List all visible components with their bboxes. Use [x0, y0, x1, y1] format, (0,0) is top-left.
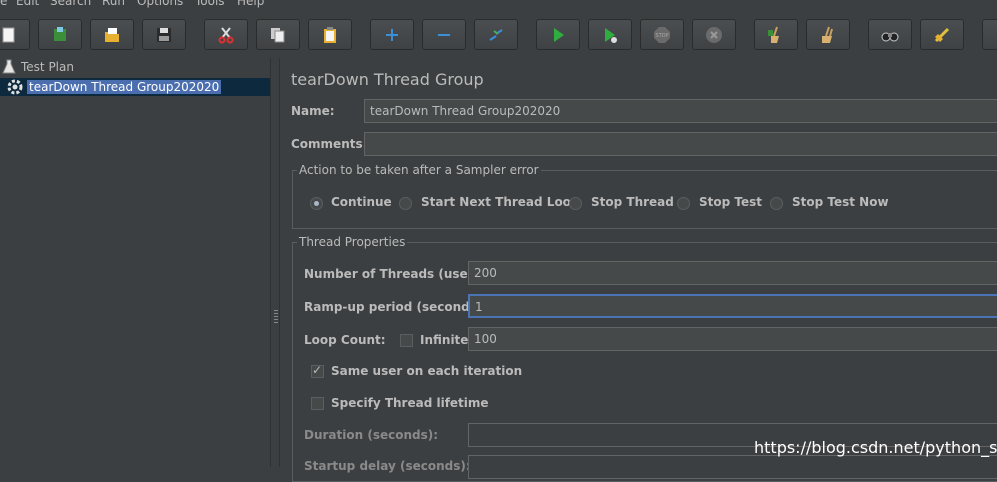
menu-item-file[interactable]: e [0, 0, 7, 8]
startup-delay-label: Startup delay (seconds): [304, 459, 471, 473]
stop-thread-radio[interactable] [569, 197, 582, 210]
new-button[interactable] [0, 19, 30, 50]
same-user-label[interactable]: Same user on each iteration [331, 364, 522, 378]
drag-handle-icon[interactable] [274, 310, 278, 324]
clear-all-icon [822, 26, 833, 43]
startup-delay-field[interactable] [468, 455, 997, 479]
loop-count-field[interactable]: 100 [468, 327, 997, 351]
paste-icon [324, 26, 336, 43]
loop-count-label: Loop Count: [304, 333, 386, 347]
watermark-text: https://blog.csdn.net/python_start [754, 438, 997, 457]
new-icon [2, 27, 15, 42]
cut-icon [218, 26, 234, 43]
infinite-checkbox[interactable] [400, 334, 413, 347]
menu-item-tools[interactable]: Tools [195, 0, 225, 8]
thread-lifetime-label[interactable]: Specify Thread lifetime [331, 396, 489, 410]
start-no-pauses-button[interactable] [588, 19, 632, 50]
templates-button[interactable] [38, 19, 82, 50]
collapse-icon [438, 33, 450, 36]
name-field[interactable]: tearDown Thread Group202020 [364, 99, 997, 123]
open-icon [105, 27, 119, 42]
panel-title: tearDown Thread Group [291, 70, 484, 89]
collapse-button[interactable] [422, 19, 466, 50]
search-button[interactable] [868, 19, 912, 50]
menu-item-options[interactable]: Options [137, 0, 183, 8]
menu-item-edit[interactable]: Edit [16, 0, 39, 8]
search-icon [881, 32, 899, 41]
tree-item-label: Test Plan [21, 60, 74, 74]
copy-button[interactable] [256, 19, 300, 50]
rampup-field[interactable]: 1 [468, 294, 997, 318]
name-label: Name: [291, 104, 335, 118]
continue-label[interactable]: Continue [331, 195, 392, 209]
split-pane-divider[interactable] [270, 58, 280, 467]
toggle-icon [489, 28, 503, 41]
clear-icon [768, 26, 779, 43]
threads-field[interactable]: 200 [468, 261, 997, 285]
stop-test-now-label[interactable]: Stop Test Now [792, 195, 889, 209]
start-next-thread-loop-radio[interactable] [399, 197, 412, 210]
thread-properties-legend: Thread Properties [297, 235, 408, 249]
clear-all-button[interactable] [806, 19, 850, 50]
comments-field[interactable] [364, 132, 997, 156]
tree-item-teardown-thread-group[interactable]: tearDown Thread Group202020 [0, 78, 270, 96]
toolbar: STOP [0, 8, 997, 58]
cut-button[interactable] [204, 19, 248, 50]
shutdown-button[interactable] [692, 19, 736, 50]
save-button[interactable] [142, 19, 186, 50]
expand-button[interactable] [370, 19, 414, 50]
threads-label: Number of Threads (users): [304, 267, 492, 281]
test-plan-tree: Test Plan tearDown Thread Group202020 [0, 58, 270, 467]
stop-test-radio[interactable] [677, 197, 690, 210]
more-button[interactable] [982, 19, 997, 50]
start-icon [554, 27, 564, 42]
gear-icon [7, 79, 23, 95]
stop-icon: STOP [654, 26, 670, 43]
duration-label: Duration (seconds): [304, 428, 439, 442]
reset-search-icon [934, 27, 950, 42]
menu-item-search[interactable]: Search [50, 0, 91, 8]
shutdown-icon [706, 26, 722, 43]
reset-search-button[interactable] [920, 19, 964, 50]
svg-text:STOP: STOP [655, 33, 668, 39]
infinite-label[interactable]: Infinite [420, 333, 468, 347]
menu-item-help[interactable]: Help [237, 0, 264, 8]
start-no-pauses-icon [605, 27, 617, 43]
sampler-error-legend: Action to be taken after a Sampler error [297, 163, 541, 177]
continue-radio[interactable] [310, 197, 323, 210]
rampup-label: Ramp-up period (seconds): [304, 300, 488, 314]
menu-bar: e Edit Search Run Options Tools Help [0, 0, 997, 8]
open-button[interactable] [90, 19, 134, 50]
stop-thread-label[interactable]: Stop Thread [591, 195, 674, 209]
comments-label: Comments: [291, 137, 368, 151]
templates-icon [54, 26, 66, 41]
paste-button[interactable] [308, 19, 352, 50]
save-icon [157, 27, 171, 42]
copy-icon [271, 27, 285, 42]
thread-group-panel: tearDown Thread Group Name: tearDown Thr… [281, 58, 997, 482]
stop-test-now-radio[interactable] [770, 197, 783, 210]
stop-button[interactable]: STOP [640, 19, 684, 50]
tree-item-label: tearDown Thread Group202020 [27, 80, 222, 94]
menu-item-run[interactable]: Run [102, 0, 125, 8]
start-button[interactable] [536, 19, 580, 50]
tree-item-test-plan[interactable]: Test Plan [0, 58, 270, 76]
start-next-thread-loop-label[interactable]: Start Next Thread Loop [421, 195, 580, 209]
expand-icon [386, 28, 398, 41]
same-user-checkbox[interactable] [311, 363, 324, 378]
toggle-button[interactable] [474, 19, 518, 50]
flask-icon [2, 59, 16, 74]
stop-test-label[interactable]: Stop Test [699, 195, 762, 209]
clear-button[interactable] [754, 19, 798, 50]
thread-lifetime-checkbox[interactable] [311, 397, 324, 410]
